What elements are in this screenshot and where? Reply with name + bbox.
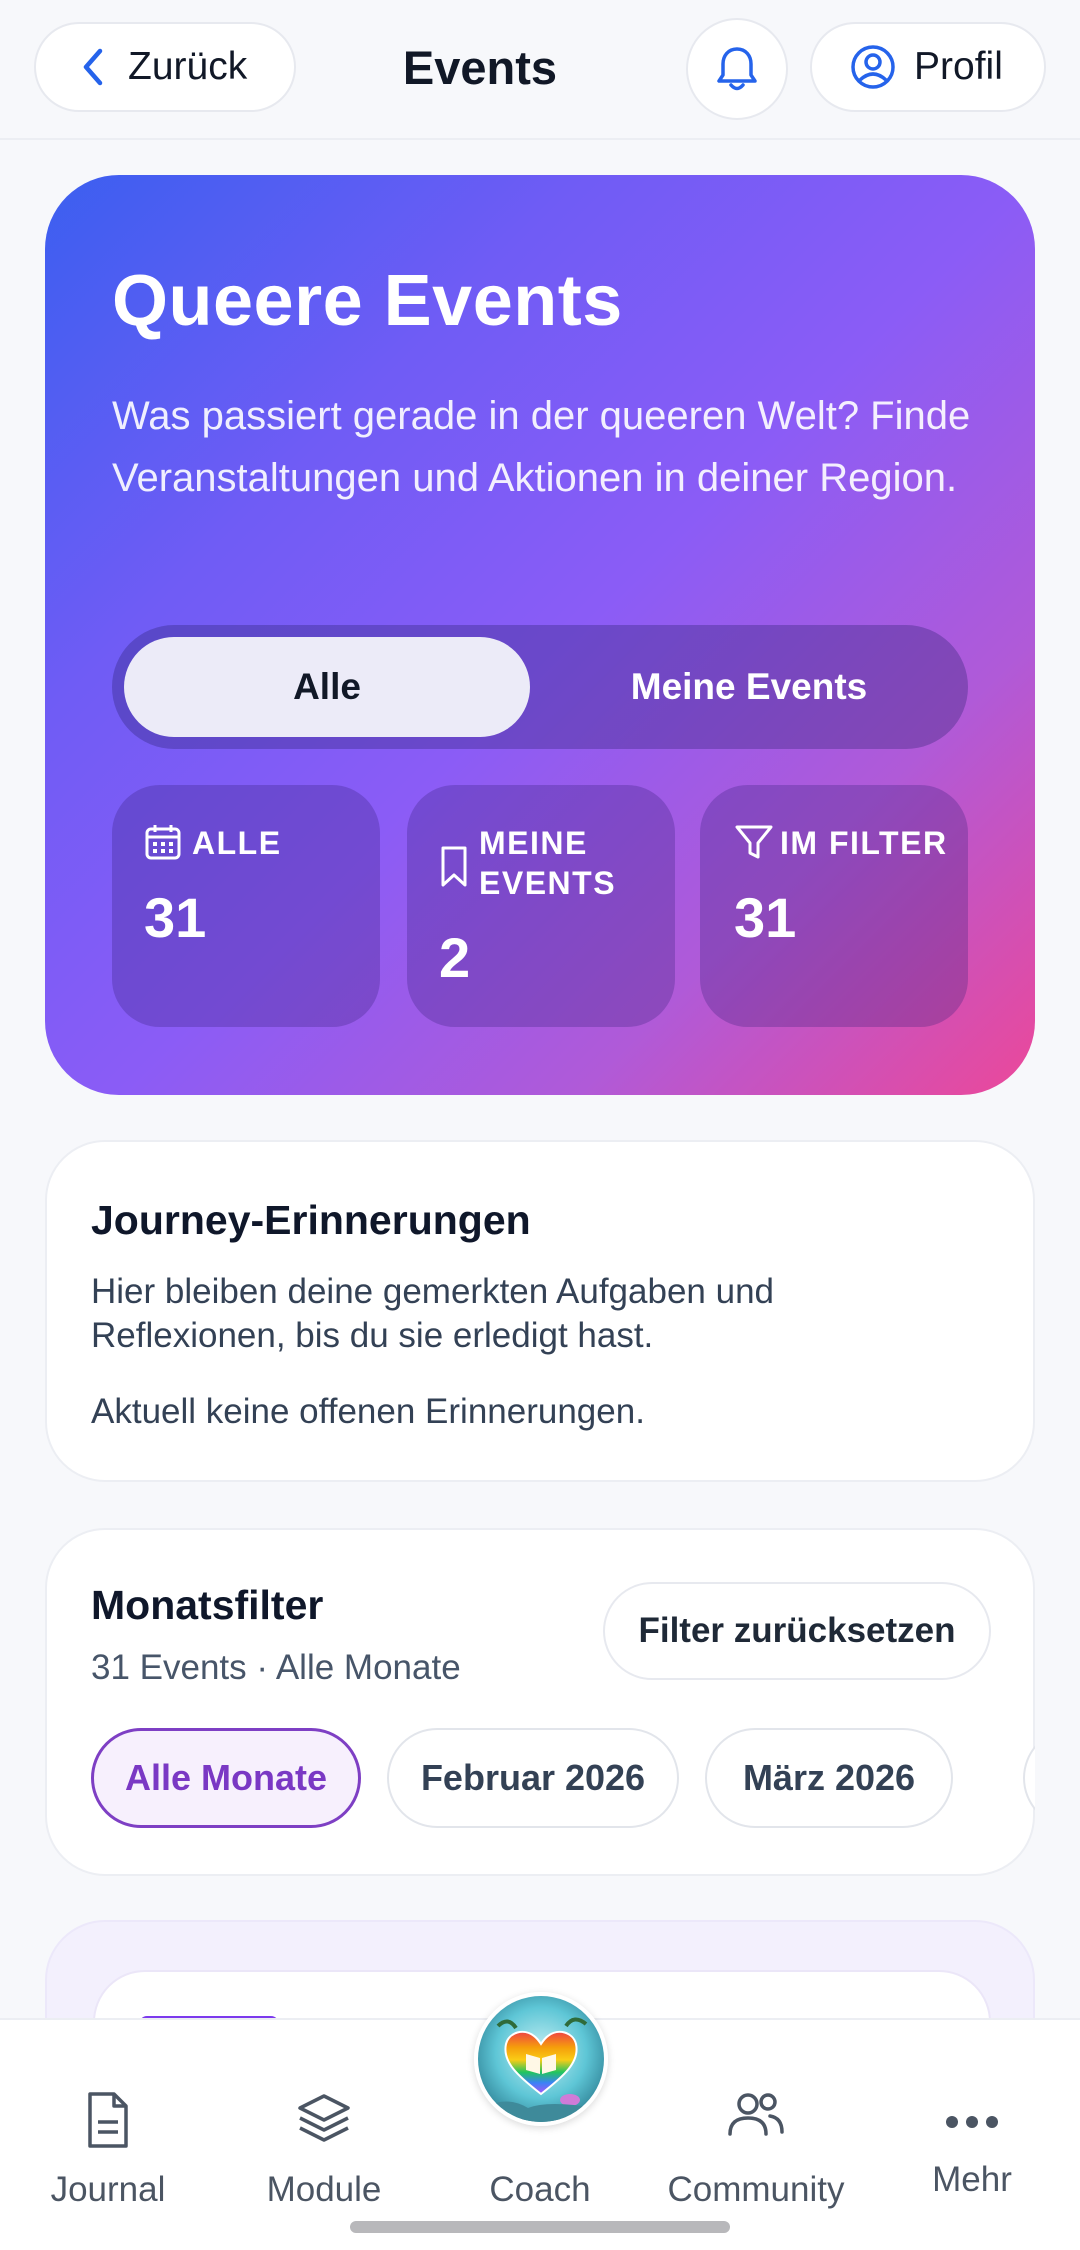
journey-title: Journey-Erinnerungen — [91, 1197, 531, 1243]
journey-empty-text: Aktuell keine offenen Erinnerungen. — [91, 1392, 645, 1431]
stat-card-im-filter: IM FILTER 31 — [700, 785, 968, 1027]
nav-community[interactable]: Community — [648, 2020, 864, 2220]
stat-label: ALLE — [192, 825, 282, 861]
layers-icon — [298, 2094, 350, 2142]
back-label: Zurück — [128, 45, 248, 88]
stat-card-meine-events: MEINE EVENTS 2 — [407, 785, 675, 1027]
back-button[interactable]: Zurück — [34, 22, 296, 112]
bottom-navigation: Journal Module Coach Community Mehr — [0, 1992, 1080, 2250]
users-icon — [728, 2093, 784, 2136]
tab-meine-events[interactable]: Meine Events — [542, 637, 956, 737]
rainbow-heart-book-icon — [478, 1996, 604, 2122]
user-circle-icon — [851, 45, 895, 89]
stat-label: MEINE EVENTS — [479, 825, 617, 901]
month-filter-subtitle: 31 Events · Alle Monate — [91, 1648, 461, 1687]
calendar-icon — [145, 825, 181, 860]
chip-alle-monate[interactable]: Alle Monate — [91, 1728, 361, 1828]
nav-label: Journal — [50, 2170, 166, 2209]
stat-label: IM FILTER — [780, 825, 948, 861]
hero-title: Queere Events — [112, 261, 623, 341]
nav-label: Mehr — [932, 2160, 1012, 2199]
hero-card: Queere Events Was passiert gerade in der… — [45, 175, 1035, 1095]
profile-label: Profil — [914, 45, 1003, 88]
more-icon — [946, 2116, 998, 2128]
events-segmented-control: Alle Meine Events — [112, 625, 968, 749]
stat-value: 2 — [439, 926, 471, 989]
chip-next-month-partial[interactable] — [1023, 1728, 1035, 1828]
stat-card-alle: ALLE 31 — [112, 785, 380, 1027]
bell-icon — [717, 47, 757, 91]
chip-maerz-2026[interactable]: März 2026 — [705, 1728, 953, 1828]
chevron-left-icon — [83, 48, 103, 86]
bookmark-icon — [441, 846, 467, 887]
nav-module[interactable]: Module — [216, 2020, 432, 2220]
month-filter-title: Monatsfilter — [91, 1582, 324, 1628]
journey-reminders-card: Journey-Erinnerungen Hier bleiben deine … — [45, 1140, 1035, 1482]
stat-value: 31 — [734, 886, 797, 949]
hero-description: Was passiert gerade in der queeren Welt?… — [112, 394, 971, 500]
nav-journal[interactable]: Journal — [0, 2020, 216, 2220]
page-title: Events — [402, 41, 558, 94]
home-indicator[interactable] — [350, 2221, 730, 2233]
profile-button[interactable]: Profil — [810, 22, 1046, 112]
nav-label: Community — [667, 2170, 845, 2209]
month-chips: Alle Monate Februar 2026 März 2026 — [91, 1724, 1035, 1834]
stat-value: 31 — [144, 886, 207, 949]
document-icon — [88, 2092, 128, 2148]
journey-description: Hier bleiben deine gemerkten Aufgaben un… — [91, 1272, 774, 1355]
month-filter-card: Monatsfilter 31 Events · Alle Monate Fil… — [45, 1528, 1035, 1876]
tab-alle[interactable]: Alle — [124, 637, 530, 737]
nav-mehr[interactable]: Mehr — [864, 2020, 1080, 2220]
coach-avatar[interactable] — [474, 1992, 608, 2126]
chip-februar-2026[interactable]: Februar 2026 — [387, 1728, 679, 1828]
nav-label: Module — [266, 2170, 382, 2209]
notifications-button[interactable] — [686, 18, 788, 120]
nav-label: Coach — [489, 2170, 591, 2209]
filter-icon — [735, 825, 773, 859]
top-bar: Zurück Events Profil — [0, 0, 1080, 140]
reset-filter-button[interactable]: Filter zurücksetzen — [603, 1582, 991, 1680]
